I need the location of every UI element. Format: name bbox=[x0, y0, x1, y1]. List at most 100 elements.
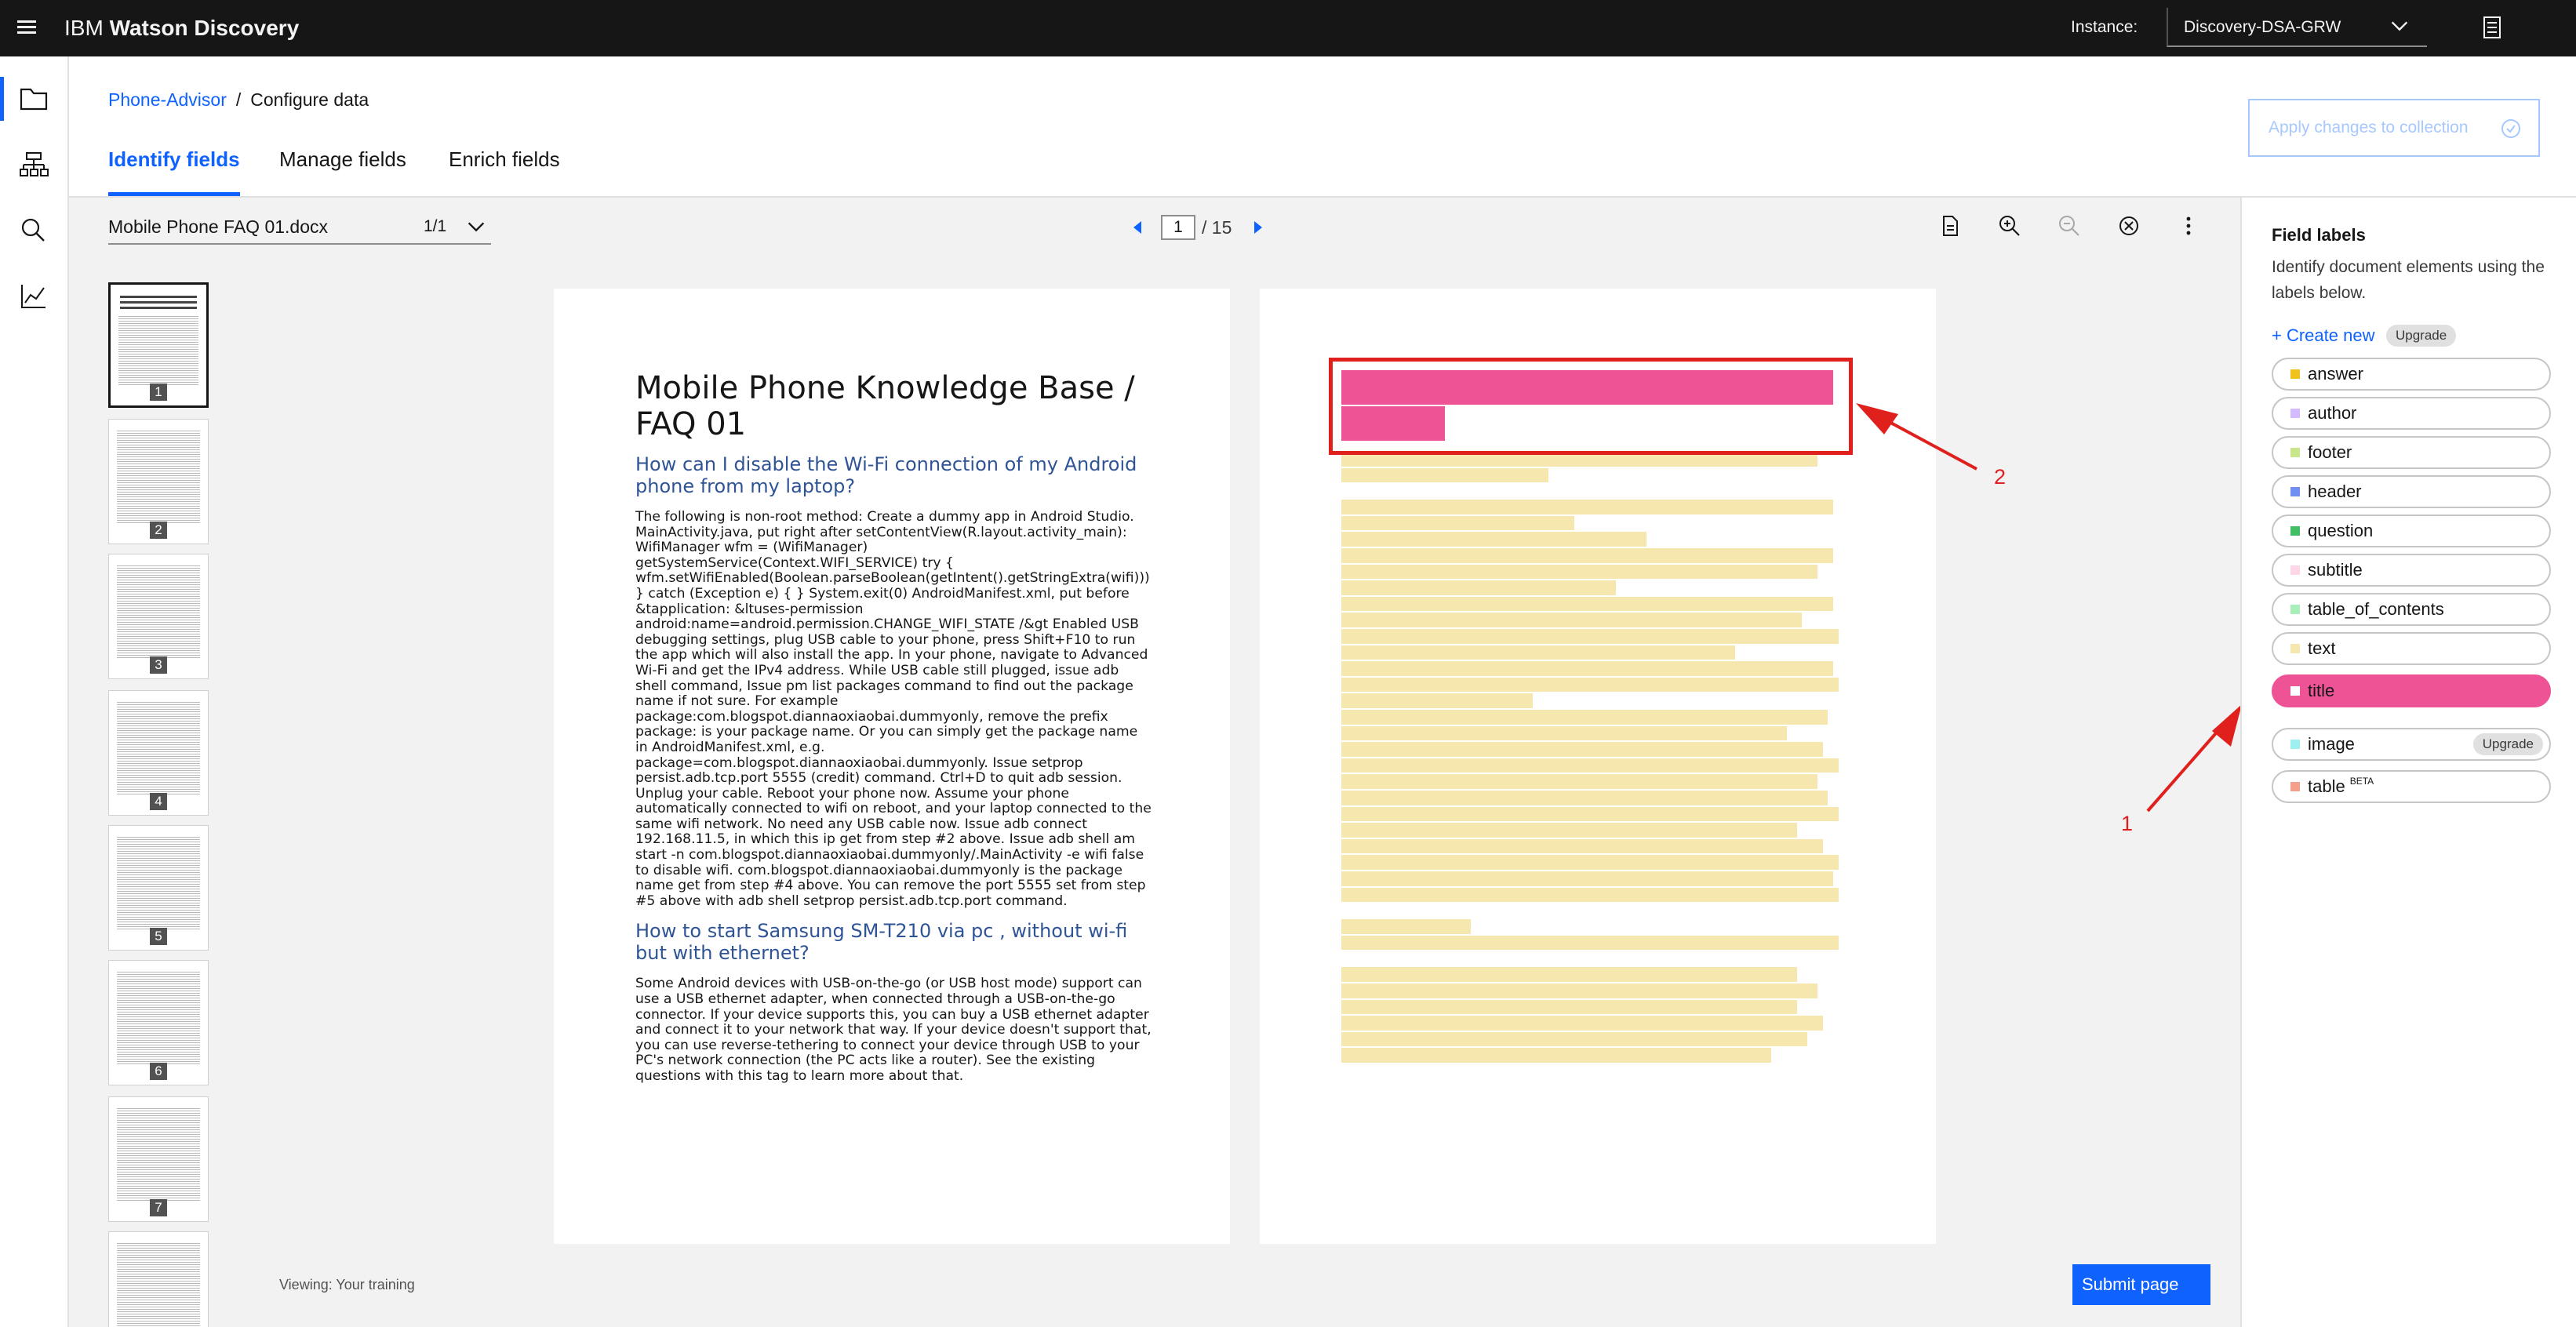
breadcrumb: Phone-Advisor / Configure data bbox=[108, 86, 369, 113]
text-label-mark[interactable] bbox=[1341, 710, 1828, 725]
instance-label: Instance: bbox=[2071, 18, 2138, 36]
upgrade-tag[interactable]: Upgrade bbox=[2472, 733, 2543, 755]
swatch bbox=[2290, 605, 2300, 614]
caret-right-icon[interactable] bbox=[1249, 219, 1266, 236]
text-label-mark[interactable] bbox=[1341, 661, 1833, 676]
document-question: How to start Samsung SM-T210 via pc , wi… bbox=[635, 920, 1128, 965]
apply-changes-button[interactable]: Apply changes to collection bbox=[2248, 99, 2540, 157]
page-number-input[interactable]: 1 bbox=[1161, 215, 1195, 240]
menu-icon[interactable] bbox=[17, 17, 38, 38]
text-label-mark[interactable] bbox=[1341, 887, 1839, 903]
text-label-mark[interactable] bbox=[1341, 871, 1833, 886]
tab-enrich-fields[interactable]: Enrich fields bbox=[449, 136, 560, 196]
swatch bbox=[2290, 740, 2300, 749]
page-thumbnail[interactable]: 6 bbox=[108, 960, 209, 1085]
text-label-mark[interactable] bbox=[1341, 548, 1833, 563]
label-image[interactable]: image Upgrade bbox=[2272, 728, 2551, 761]
page-thumbnail[interactable]: 1 bbox=[108, 282, 209, 408]
checkmark-outline-icon bbox=[2501, 119, 2520, 138]
text-label-mark[interactable] bbox=[1341, 774, 1817, 789]
label-text[interactable]: text bbox=[2272, 632, 2551, 665]
nav-folder[interactable] bbox=[0, 71, 69, 127]
document-icon[interactable] bbox=[2482, 16, 2502, 39]
highlight-box bbox=[1329, 358, 1853, 455]
text-label-mark[interactable] bbox=[1341, 919, 1471, 934]
hierarchy-icon bbox=[20, 152, 49, 176]
search-icon bbox=[21, 218, 45, 242]
text-label-mark[interactable] bbox=[1341, 742, 1823, 757]
tab-manage-fields[interactable]: Manage fields bbox=[279, 136, 406, 196]
swatch bbox=[2290, 565, 2300, 575]
file-dropdown[interactable]: Mobile Phone FAQ 01.docx 1/1 bbox=[108, 212, 491, 245]
clear-button[interactable] bbox=[2115, 212, 2143, 240]
nav-analytics[interactable] bbox=[0, 268, 69, 325]
text-label-mark[interactable] bbox=[1341, 580, 1616, 595]
thumbnail-number: 5 bbox=[150, 928, 167, 945]
label-name: question bbox=[2308, 521, 2374, 540]
page-thumbnail[interactable]: 3 bbox=[108, 554, 209, 679]
viewing-status: Viewing: Your training bbox=[279, 1277, 415, 1292]
text-label-mark[interactable] bbox=[1341, 967, 1797, 982]
text-label-mark[interactable] bbox=[1341, 677, 1839, 693]
text-label-mark[interactable] bbox=[1341, 693, 1533, 708]
create-new-link[interactable]: + Create new bbox=[2272, 323, 2374, 348]
label-table[interactable]: table BETA bbox=[2272, 770, 2551, 803]
label-title[interactable]: title bbox=[2272, 674, 2551, 707]
text-label-mark[interactable] bbox=[1341, 515, 1574, 531]
submit-page-button[interactable]: Submit page bbox=[2072, 1264, 2210, 1305]
zoom-out-button[interactable] bbox=[2055, 212, 2083, 240]
annotation-1: 1 bbox=[2121, 812, 2134, 835]
text-label-mark[interactable] bbox=[1341, 629, 1839, 644]
text-label-mark[interactable] bbox=[1341, 500, 1833, 514]
page-thumbnail[interactable]: 2 bbox=[108, 419, 209, 544]
brand-name: Watson Discovery bbox=[109, 16, 300, 40]
text-label-mark[interactable] bbox=[1341, 1048, 1771, 1063]
text-label-mark[interactable] bbox=[1341, 467, 1548, 483]
tab-identify-fields[interactable]: Identify fields bbox=[108, 136, 240, 196]
page-thumbnail[interactable]: 5 bbox=[108, 825, 209, 951]
text-label-mark[interactable] bbox=[1341, 532, 1646, 547]
document-title: Mobile Phone Knowledge Base / FAQ 01 bbox=[635, 370, 1135, 442]
text-label-mark[interactable] bbox=[1341, 791, 1828, 805]
label-footer[interactable]: footer bbox=[2272, 436, 2551, 469]
label-author[interactable]: author bbox=[2272, 397, 2551, 430]
text-label-mark[interactable] bbox=[1341, 596, 1833, 612]
page-thumbnail[interactable] bbox=[108, 1231, 209, 1327]
text-label-mark[interactable] bbox=[1341, 855, 1839, 870]
upgrade-tag[interactable]: Upgrade bbox=[2386, 325, 2457, 347]
label-header[interactable]: header bbox=[2272, 475, 2551, 508]
text-label-mark[interactable] bbox=[1341, 823, 1797, 838]
label-name: footer bbox=[2308, 442, 2352, 462]
label-name-text: table bbox=[2308, 776, 2345, 796]
text-label-mark[interactable] bbox=[1341, 725, 1787, 741]
text-label-mark[interactable] bbox=[1341, 1031, 1807, 1047]
nav-hierarchy[interactable] bbox=[0, 136, 69, 193]
text-label-mark[interactable] bbox=[1341, 758, 1839, 773]
page-thumbnail[interactable]: 7 bbox=[108, 1096, 209, 1222]
label-table-of-contents[interactable]: table_of_contents bbox=[2272, 593, 2551, 626]
page-thumbnail[interactable]: 4 bbox=[108, 690, 209, 816]
label-answer[interactable]: answer bbox=[2272, 358, 2551, 391]
zoom-in-button[interactable] bbox=[1996, 212, 2024, 240]
text-label-mark[interactable] bbox=[1341, 838, 1823, 854]
beta-tag: BETA bbox=[2349, 776, 2374, 787]
nav-search[interactable] bbox=[0, 202, 69, 259]
breadcrumb-project-link[interactable]: Phone-Advisor bbox=[108, 89, 227, 110]
instance-dropdown[interactable]: Discovery-DSA-GRW bbox=[2167, 8, 2427, 47]
text-label-mark[interactable] bbox=[1341, 983, 1817, 998]
text-label-mark[interactable] bbox=[1341, 1016, 1823, 1031]
document-view-button[interactable] bbox=[1936, 212, 1964, 240]
swatch bbox=[2290, 644, 2300, 653]
label-question[interactable]: question bbox=[2272, 514, 2551, 547]
chevron-down-icon bbox=[468, 222, 485, 232]
text-label-mark[interactable] bbox=[1341, 645, 1735, 660]
label-subtitle[interactable]: subtitle bbox=[2272, 554, 2551, 587]
text-label-mark[interactable] bbox=[1341, 613, 1802, 627]
swatch bbox=[2290, 369, 2300, 379]
caret-left-icon[interactable] bbox=[1130, 219, 1147, 236]
overflow-menu-button[interactable] bbox=[2174, 212, 2203, 240]
text-label-mark[interactable] bbox=[1341, 935, 1839, 951]
text-label-mark[interactable] bbox=[1341, 999, 1797, 1015]
text-label-mark[interactable] bbox=[1341, 564, 1817, 580]
text-label-mark[interactable] bbox=[1341, 806, 1839, 822]
